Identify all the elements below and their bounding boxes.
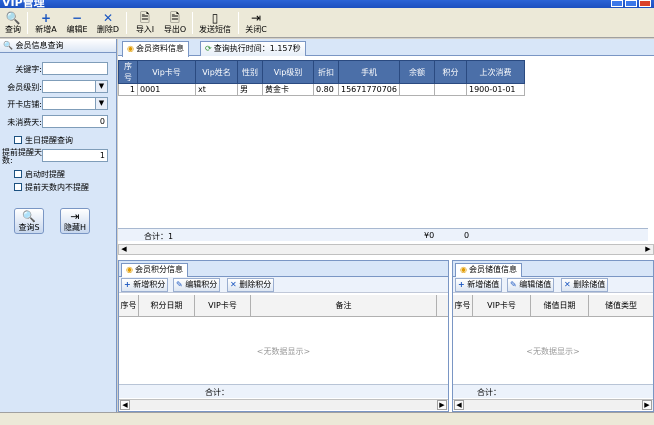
minus-icon: − — [71, 11, 83, 25]
points-panel: ◉ 会员积分信息 + 新增积分 ✎ 编辑积分 ✕ 删除积分 序号 积分日期 VIP… — [118, 260, 449, 412]
close-window-button[interactable] — [639, 0, 651, 7]
points-table-header: 序号 积分日期 VIP卡号 备注 — [119, 295, 448, 317]
window-title: VIP管理 — [2, 0, 45, 8]
points-total-bar: 合计： — [119, 384, 448, 398]
level-row: 会员级别: ▼ — [0, 80, 110, 94]
refresh-icon: ⟳ — [205, 44, 212, 53]
hide-panel-button[interactable]: ⇥ 隐藏H — [60, 208, 90, 234]
window-controls — [609, 0, 651, 8]
import-icon: 🗎 — [140, 11, 150, 25]
member-query-panel: 🔍 会员信息查询 关键字: 会员级别: ▼ 开卡店铺: ▼ 未消费天: 0 生日提醒查… — [0, 39, 117, 412]
main-horizontal-scrollbar[interactable]: ◀ ▶ — [118, 244, 654, 255]
tab-stored-value[interactable]: ◉ 会员储值信息 — [455, 263, 522, 277]
chevron-down-icon[interactable]: ▼ — [95, 98, 107, 109]
query-panel-button[interactable]: 🔍 查询S — [14, 208, 44, 234]
maximize-button[interactable] — [625, 0, 637, 7]
days-input[interactable]: 0 — [42, 115, 108, 128]
main-area: ◉ 会员资料信息 ⟳ 查询执行时间：1.157秒 序号 Vip卡号 Vip姓名 性别… — [118, 39, 654, 412]
stored-table-header: 序号 VIP卡号 储值日期 储值类型 — [453, 295, 653, 317]
member-table: 序号 Vip卡号 Vip姓名 性别 Vip级别 折扣 手机 余额 积分 上次消费… — [118, 60, 525, 96]
scroll-right-icon[interactable]: ▶ — [437, 400, 447, 410]
exit-icon: ⇥ — [70, 210, 80, 223]
member-icon: ◉ — [127, 44, 134, 53]
plus-icon: + — [40, 11, 52, 25]
x-icon: ✕ — [230, 280, 237, 289]
status-bar — [0, 412, 654, 425]
edit-icon: ✎ — [176, 280, 183, 289]
x-icon: ✕ — [102, 11, 114, 25]
binoculars-icon: 🔍 — [3, 41, 13, 50]
scroll-right-icon[interactable]: ▶ — [642, 400, 652, 410]
export-button[interactable]: 🗎 导出O — [161, 11, 189, 37]
main-tabstrip: ◉ 会员资料信息 ⟳ 查询执行时间：1.157秒 — [118, 39, 654, 57]
keyword-row: 关键字: — [0, 62, 110, 76]
table-header: 序号 Vip卡号 Vip姓名 性别 Vip级别 折扣 手机 余额 积分 上次消费 — [118, 60, 525, 84]
binoculars-icon: 🔍 — [5, 11, 21, 25]
add-points-button[interactable]: + 新增积分 — [121, 278, 169, 292]
table-total-bar: 合计：1 ¥0 0 — [118, 228, 648, 241]
scroll-left-icon[interactable]: ◀ — [454, 400, 464, 410]
query-button[interactable]: 🔍 查询 — [2, 11, 24, 37]
minimize-button[interactable] — [611, 0, 623, 7]
store-row: 开卡店铺: ▼ — [0, 97, 110, 111]
chevron-down-icon[interactable]: ▼ — [95, 81, 107, 92]
stored-empty-text: <无数据显示> — [526, 347, 580, 356]
remind-row: 提前提醒天数: 1 — [0, 149, 110, 165]
stored-horizontal-scrollbar[interactable]: ◀ ▶ — [453, 399, 653, 410]
scroll-left-icon[interactable]: ◀ — [119, 245, 129, 254]
points-empty-text: <无数据显示> — [256, 347, 311, 356]
send-sms-button[interactable]: ▯ 发送短信 — [196, 11, 234, 37]
edit-stored-value-button[interactable]: ✎ 编辑储值 — [507, 278, 555, 292]
no-remind-checkbox[interactable]: 提前天数内不提醒 — [14, 182, 89, 193]
start-remind-checkbox[interactable]: 启动时提醒 — [14, 169, 65, 180]
toolbar: 🔍 查询 + 新增A − 编辑E ✕ 删除D 🗎 导入I 🗎 导出O ▯ 发送短信 ⇥ 关闭C — [0, 8, 654, 38]
member-query-tab[interactable]: 🔍 会员信息查询 — [0, 39, 116, 53]
x-icon: ✕ — [564, 280, 571, 289]
points-horizontal-scrollbar[interactable]: ◀ ▶ — [119, 399, 448, 410]
plus-icon: + — [458, 280, 465, 289]
edit-button[interactable]: − 编辑E — [63, 11, 91, 37]
delete-stored-value-button[interactable]: ✕ 删除储值 — [561, 278, 609, 292]
export-icon: 🗎 — [170, 11, 180, 25]
sms-icon: ▯ — [211, 11, 219, 25]
stored-value-panel: ◉ 会员储值信息 + 新增储值 ✎ 编辑储值 ✕ 删除储值 序号 VIP卡号 储值… — [452, 260, 654, 412]
birthday-checkbox[interactable]: 生日提醒查询 — [14, 135, 73, 146]
delete-button[interactable]: ✕ 删除D — [94, 11, 122, 37]
edit-icon: ✎ — [510, 280, 517, 289]
scroll-right-icon[interactable]: ▶ — [643, 245, 653, 254]
title-bar: VIP管理 — [0, 0, 654, 8]
total-points: 0 — [464, 231, 470, 240]
scroll-left-icon[interactable]: ◀ — [120, 400, 130, 410]
add-stored-value-button[interactable]: + 新增储值 — [455, 278, 503, 292]
member-icon: ◉ — [126, 265, 133, 274]
stored-total-bar: 合计： — [453, 384, 653, 398]
total-balance: ¥0 — [424, 231, 435, 240]
plus-icon: + — [124, 280, 131, 289]
import-button[interactable]: 🗎 导入I — [131, 11, 159, 37]
add-button[interactable]: + 新增A — [32, 11, 60, 37]
exit-icon: ⇥ — [250, 11, 262, 25]
total-count: 合计：1 — [144, 232, 174, 241]
tab-points[interactable]: ◉ 会员积分信息 — [121, 263, 188, 277]
remind-days-input[interactable]: 1 — [42, 149, 108, 162]
store-select[interactable]: ▼ — [42, 97, 108, 110]
delete-points-button[interactable]: ✕ 删除积分 — [227, 278, 275, 292]
level-select[interactable]: ▼ — [42, 80, 108, 93]
edit-points-button[interactable]: ✎ 编辑积分 — [173, 278, 221, 292]
days-row: 未消费天: 0 — [0, 115, 110, 129]
tab-query-time[interactable]: ⟳ 查询执行时间：1.157秒 — [200, 41, 306, 56]
keyword-input[interactable] — [42, 62, 108, 75]
close-button[interactable]: ⇥ 关闭C — [243, 11, 269, 37]
table-row[interactable]: 1 0001 xt 男 黄金卡 0.80 15671770706 1900-01… — [118, 83, 525, 96]
member-icon: ◉ — [460, 265, 467, 274]
tab-member-info[interactable]: ◉ 会员资料信息 — [122, 41, 189, 57]
binoculars-icon: 🔍 — [22, 210, 36, 223]
